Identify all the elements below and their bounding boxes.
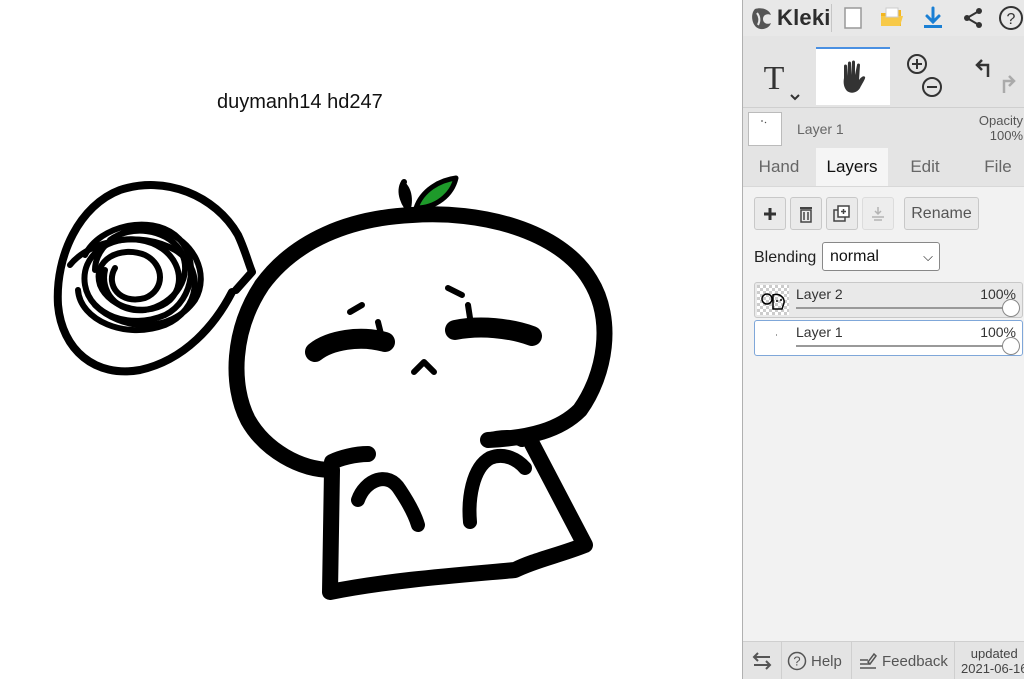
- tab-layers[interactable]: Layers: [816, 148, 888, 186]
- updated-info: updated 2021-06-16: [961, 646, 1024, 676]
- delete-layer-button[interactable]: [790, 197, 822, 230]
- right-eye: [445, 317, 542, 346]
- merge-down-icon: [872, 206, 884, 221]
- help-label: Help: [811, 652, 842, 670]
- layer-2-opacity-knob[interactable]: [1002, 299, 1020, 317]
- panel-tabs: Hand Layers Edit File: [743, 148, 1024, 186]
- leaf-right: [413, 175, 459, 211]
- kleki-logo-icon: [752, 8, 771, 30]
- left-eye: [305, 328, 395, 362]
- leaf-left: [399, 180, 412, 212]
- tab-file[interactable]: File: [962, 148, 1024, 186]
- add-layer-button[interactable]: [754, 197, 786, 230]
- bottom-bar: ? Help Feedback updated 2021-06-16: [743, 641, 1024, 679]
- current-layer-info: Layer 1 Opacity 100%: [743, 107, 1024, 147]
- rename-layer-button[interactable]: Rename: [904, 197, 979, 230]
- layer-1-opacity-slider[interactable]: [796, 337, 1020, 355]
- new-file-icon[interactable]: [839, 4, 867, 32]
- svg-text:?: ?: [1007, 11, 1016, 28]
- duplicate-layer-button[interactable]: [826, 197, 858, 230]
- logo-text: Kleki: [777, 5, 831, 30]
- tab-edit[interactable]: Edit: [889, 148, 961, 186]
- share-icon[interactable]: [959, 4, 987, 32]
- help-circle-icon: ?: [787, 651, 807, 671]
- kleki-logo[interactable]: Kleki: [751, 3, 831, 33]
- text-tool-icon[interactable]: T: [743, 47, 815, 105]
- svg-text:?: ?: [793, 654, 800, 669]
- updated-date: 2021-06-16: [961, 661, 1024, 676]
- hand-tool-icon[interactable]: [816, 47, 890, 105]
- bubble-scribble: [67, 221, 204, 334]
- divider: [781, 642, 782, 679]
- side-panel: Kleki ? T Layer 1 Opacity 100% Hand Laye…: [742, 0, 1024, 679]
- current-layer-name: Layer 1: [797, 121, 844, 137]
- layer-1-name: Layer 1: [796, 324, 843, 340]
- svg-text:T: T: [764, 60, 785, 97]
- blending-value: normal: [830, 248, 879, 265]
- help-icon[interactable]: ?: [997, 4, 1024, 32]
- delete-layer-icon: [800, 206, 812, 223]
- help-button[interactable]: ? Help: [787, 642, 842, 679]
- mouth: [411, 359, 437, 375]
- undo-redo-icon[interactable]: [959, 47, 1024, 105]
- open-folder-icon[interactable]: [878, 4, 906, 32]
- layer-1-thumbnail: [757, 323, 789, 353]
- right-arm: [462, 448, 532, 529]
- blending-label: Blending: [754, 249, 817, 266]
- opacity-label: Opacity: [978, 113, 1023, 128]
- drawing-canvas[interactable]: duymanh14 hd247: [0, 0, 742, 679]
- opacity-value: 100%: [989, 128, 1023, 143]
- canvas-text-label: duymanh14 hd247: [217, 91, 383, 113]
- chevron-down-icon: ⌵: [923, 249, 933, 264]
- layer-2-name: Layer 2: [796, 286, 843, 302]
- current-layer-thumbnail: [748, 112, 782, 146]
- feedback-icon: [860, 652, 877, 669]
- swap-sides-icon[interactable]: [751, 642, 773, 679]
- character-outline: [228, 206, 613, 600]
- blending-select[interactable]: normal ⌵: [822, 242, 940, 271]
- layer-2-opacity-slider[interactable]: [796, 299, 1020, 317]
- divider: [851, 642, 852, 679]
- download-icon[interactable]: [919, 4, 947, 32]
- zoom-tool-icon[interactable]: [893, 47, 957, 105]
- layer-2-thumbnail: [757, 285, 789, 315]
- updated-label: updated: [970, 646, 1018, 661]
- merge-down-button[interactable]: [862, 197, 894, 230]
- feedback-button[interactable]: Feedback: [858, 642, 948, 679]
- top-bar: Kleki ?: [743, 0, 1024, 36]
- divider: [954, 642, 955, 679]
- layer-1-opacity-knob[interactable]: [1002, 337, 1020, 355]
- layer-item-layer-2[interactable]: Layer 2 100%: [754, 282, 1023, 318]
- current-layer-opacity: Opacity 100%: [979, 113, 1023, 143]
- layer-item-layer-1[interactable]: Layer 1 100%: [754, 320, 1023, 356]
- tab-hand[interactable]: Hand: [743, 148, 815, 186]
- feedback-label: Feedback: [882, 652, 948, 670]
- layers-panel: Rename Blending normal ⌵ Layer 2 100% La…: [743, 186, 1024, 641]
- left-arm: [351, 472, 425, 532]
- add-layer-icon: [764, 207, 776, 220]
- duplicate-layer-icon: [833, 204, 850, 222]
- divider: [831, 4, 832, 32]
- tool-row: T: [743, 47, 1024, 105]
